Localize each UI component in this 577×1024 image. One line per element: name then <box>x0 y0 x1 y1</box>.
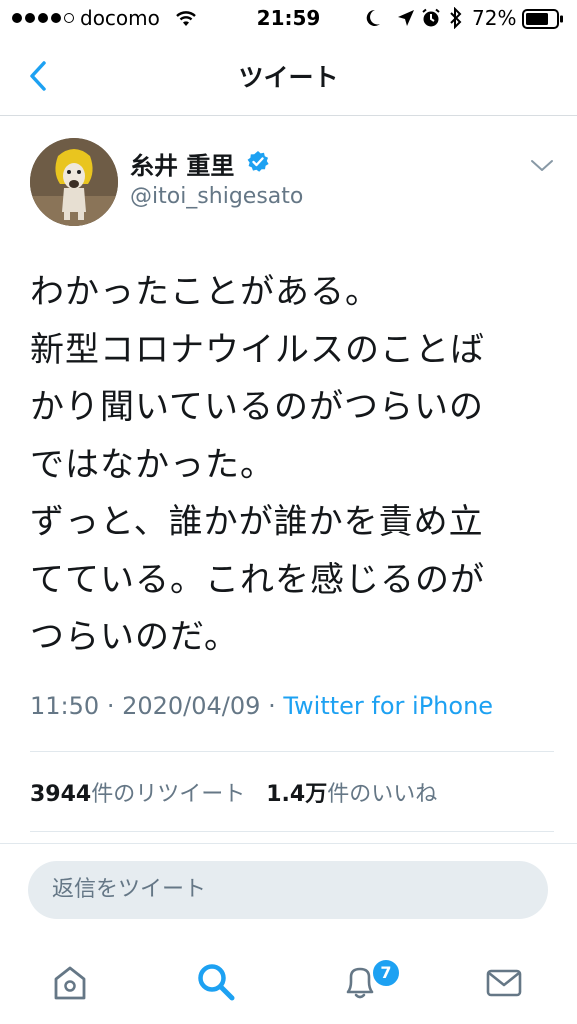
battery-icon <box>522 9 563 29</box>
display-name[interactable]: 糸井 重里 <box>130 146 234 181</box>
tab-search[interactable] <box>192 958 240 1006</box>
moon-icon <box>366 9 380 26</box>
tab-bar <box>0 940 577 1024</box>
retweets-count: 3944 <box>30 782 92 807</box>
tab-messages[interactable] <box>480 958 528 1006</box>
avatar[interactable] <box>30 138 118 226</box>
tweet-time: 11:50 <box>30 692 100 720</box>
notification-badge: 7 <box>371 958 401 988</box>
retweets-label: 件のリツイート <box>91 782 246 807</box>
search-icon <box>198 964 235 1001</box>
likes-stat[interactable]: 1.4万件のいいね <box>266 782 437 807</box>
tweet-source-link[interactable]: Twitter for iPhone <box>283 692 493 720</box>
reply-input[interactable]: 返信をツイート <box>28 861 548 919</box>
tweet-stats: 3944件のリツイート 1.4万件のいいね <box>30 776 437 808</box>
tweet-text: わかったことがある。 新型コロナウイルスのことば かり聞いているのがつらいの で… <box>30 272 485 657</box>
tweet-menu-button[interactable] <box>524 150 560 182</box>
bluetooth-icon <box>450 7 462 29</box>
chevron-down-icon <box>531 160 553 171</box>
divider <box>30 831 554 832</box>
tweet-detail-screen: docomo 21:59 72% ツイート 糸井 重里 @itoi_shiges… <box>0 0 577 1024</box>
meta-separator: · <box>106 692 115 720</box>
dog-avatar-image <box>30 138 118 226</box>
mail-icon <box>486 969 522 997</box>
verified-badge-icon <box>247 151 269 172</box>
tweet-meta: 11:50 · 2020/04/09 · Twitter for iPhone <box>30 692 493 720</box>
battery-percentage: 72% <box>472 6 517 30</box>
home-icon <box>54 966 86 1000</box>
username[interactable]: @itoi_shigesato <box>130 184 303 209</box>
divider <box>0 843 577 844</box>
location-arrow-icon <box>398 10 414 26</box>
tweet-date: 2020/04/09 <box>122 692 261 720</box>
tab-home[interactable] <box>46 958 94 1006</box>
retweets-stat[interactable]: 3944件のリツイート <box>30 782 245 807</box>
page-title: ツイート <box>238 63 339 92</box>
alarm-clock-icon <box>422 8 440 27</box>
likes-label: 件のいいね <box>327 782 438 807</box>
meta-separator: · <box>268 692 276 720</box>
status-bar: docomo 21:59 72% <box>0 0 577 40</box>
divider <box>30 751 554 752</box>
navigation-bar: ツイート <box>0 40 577 116</box>
likes-count: 1.4万 <box>266 782 328 807</box>
